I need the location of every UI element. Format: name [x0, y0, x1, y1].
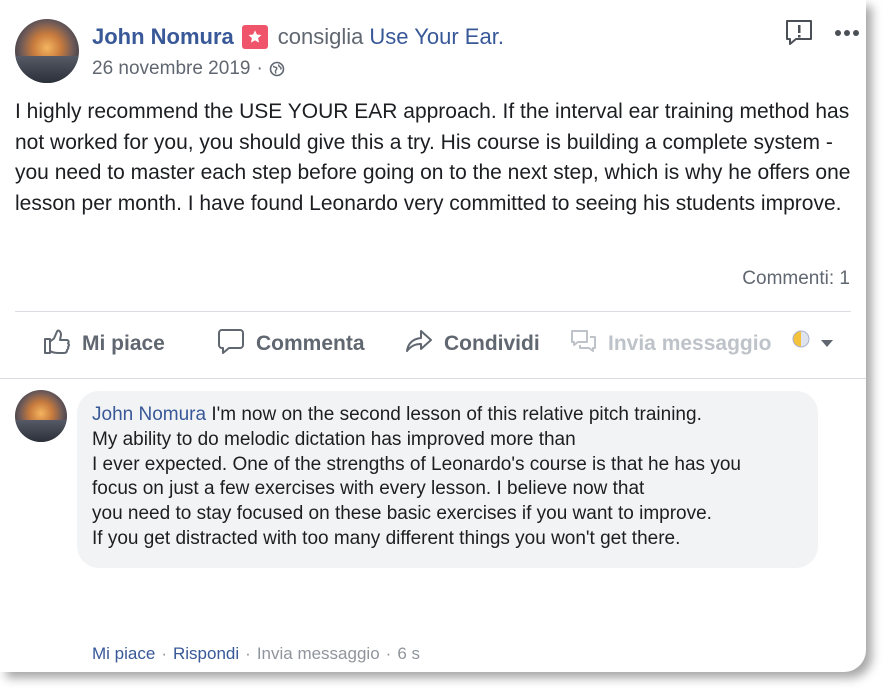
- share-icon: [404, 326, 434, 362]
- audience-selector[interactable]: [792, 330, 834, 354]
- share-label: Condividi: [444, 332, 540, 355]
- globe-icon[interactable]: [269, 61, 285, 77]
- star-badge-icon: [241, 25, 268, 49]
- commenter-avatar[interactable]: [15, 390, 67, 442]
- date-separator: ·: [256, 58, 263, 79]
- comment-text-line: If you get distracted with too many diff…: [92, 527, 681, 549]
- like-button[interactable]: Mi piace: [42, 326, 165, 362]
- post-date[interactable]: 26 novembre 2019: [92, 58, 250, 80]
- comment-reply-link[interactable]: Rispondi: [173, 644, 239, 664]
- report-icon[interactable]: [784, 18, 814, 48]
- comment-author[interactable]: John Nomura: [92, 404, 206, 425]
- recommends-text: consiglia: [277, 24, 364, 49]
- message-label: Invia messaggio: [608, 332, 772, 355]
- audience-icon: [792, 330, 810, 354]
- like-icon: [42, 326, 72, 362]
- comments-count[interactable]: Commenti: 1: [742, 268, 850, 290]
- comment-text-line: you need to stay focused on these basic …: [92, 503, 712, 525]
- comment-text-line: focus on just a few exercises with every…: [92, 478, 645, 500]
- comment-timestamp[interactable]: 6 s: [397, 644, 420, 664]
- comment-message-link[interactable]: Invia messaggio: [257, 644, 380, 664]
- comment-text-line: I ever expected. One of the strengths of…: [92, 453, 741, 475]
- divider: [15, 311, 851, 312]
- send-message-button[interactable]: Invia messaggio: [568, 326, 771, 362]
- separator: ·: [245, 644, 251, 663]
- more-icon[interactable]: [834, 29, 860, 37]
- page-link[interactable]: Use Your Ear.: [369, 24, 504, 50]
- comment-button[interactable]: Commenta: [216, 326, 365, 362]
- separator: ·: [161, 644, 167, 663]
- separator: ·: [385, 644, 392, 663]
- action-bar: Mi piace Commenta Condividi Invia messag…: [0, 326, 866, 364]
- comment-bubble: John Nomura I'm now on the second lesson…: [77, 391, 818, 568]
- post-top-icons: [784, 18, 860, 48]
- chevron-down-icon: [820, 330, 834, 354]
- post-card: John Nomura consiglia Use Your Ear. 26 n…: [0, 0, 866, 672]
- comment-like-link[interactable]: Mi piace: [92, 644, 155, 664]
- post-body-text: I highly recommend the USE YOUR EAR appr…: [15, 100, 851, 215]
- share-button[interactable]: Condividi: [404, 326, 540, 362]
- author-avatar[interactable]: [15, 19, 79, 83]
- message-icon: [568, 326, 598, 362]
- comment-text-line: My ability to do melodic dictation has i…: [92, 428, 576, 450]
- comment-icon: [216, 326, 246, 362]
- comment-label: Commenta: [256, 332, 365, 355]
- comment-actions: Mi piace · Rispondi · Invia messaggio · …: [92, 644, 420, 664]
- divider: [0, 378, 866, 379]
- author-name[interactable]: John Nomura: [92, 24, 234, 50]
- post-header: John Nomura consiglia Use Your Ear.: [92, 24, 504, 50]
- comment-text-line: I'm now on the second lesson of this rel…: [211, 404, 702, 425]
- like-label: Mi piace: [82, 332, 165, 355]
- post-date-line: 26 novembre 2019 ·: [92, 58, 285, 80]
